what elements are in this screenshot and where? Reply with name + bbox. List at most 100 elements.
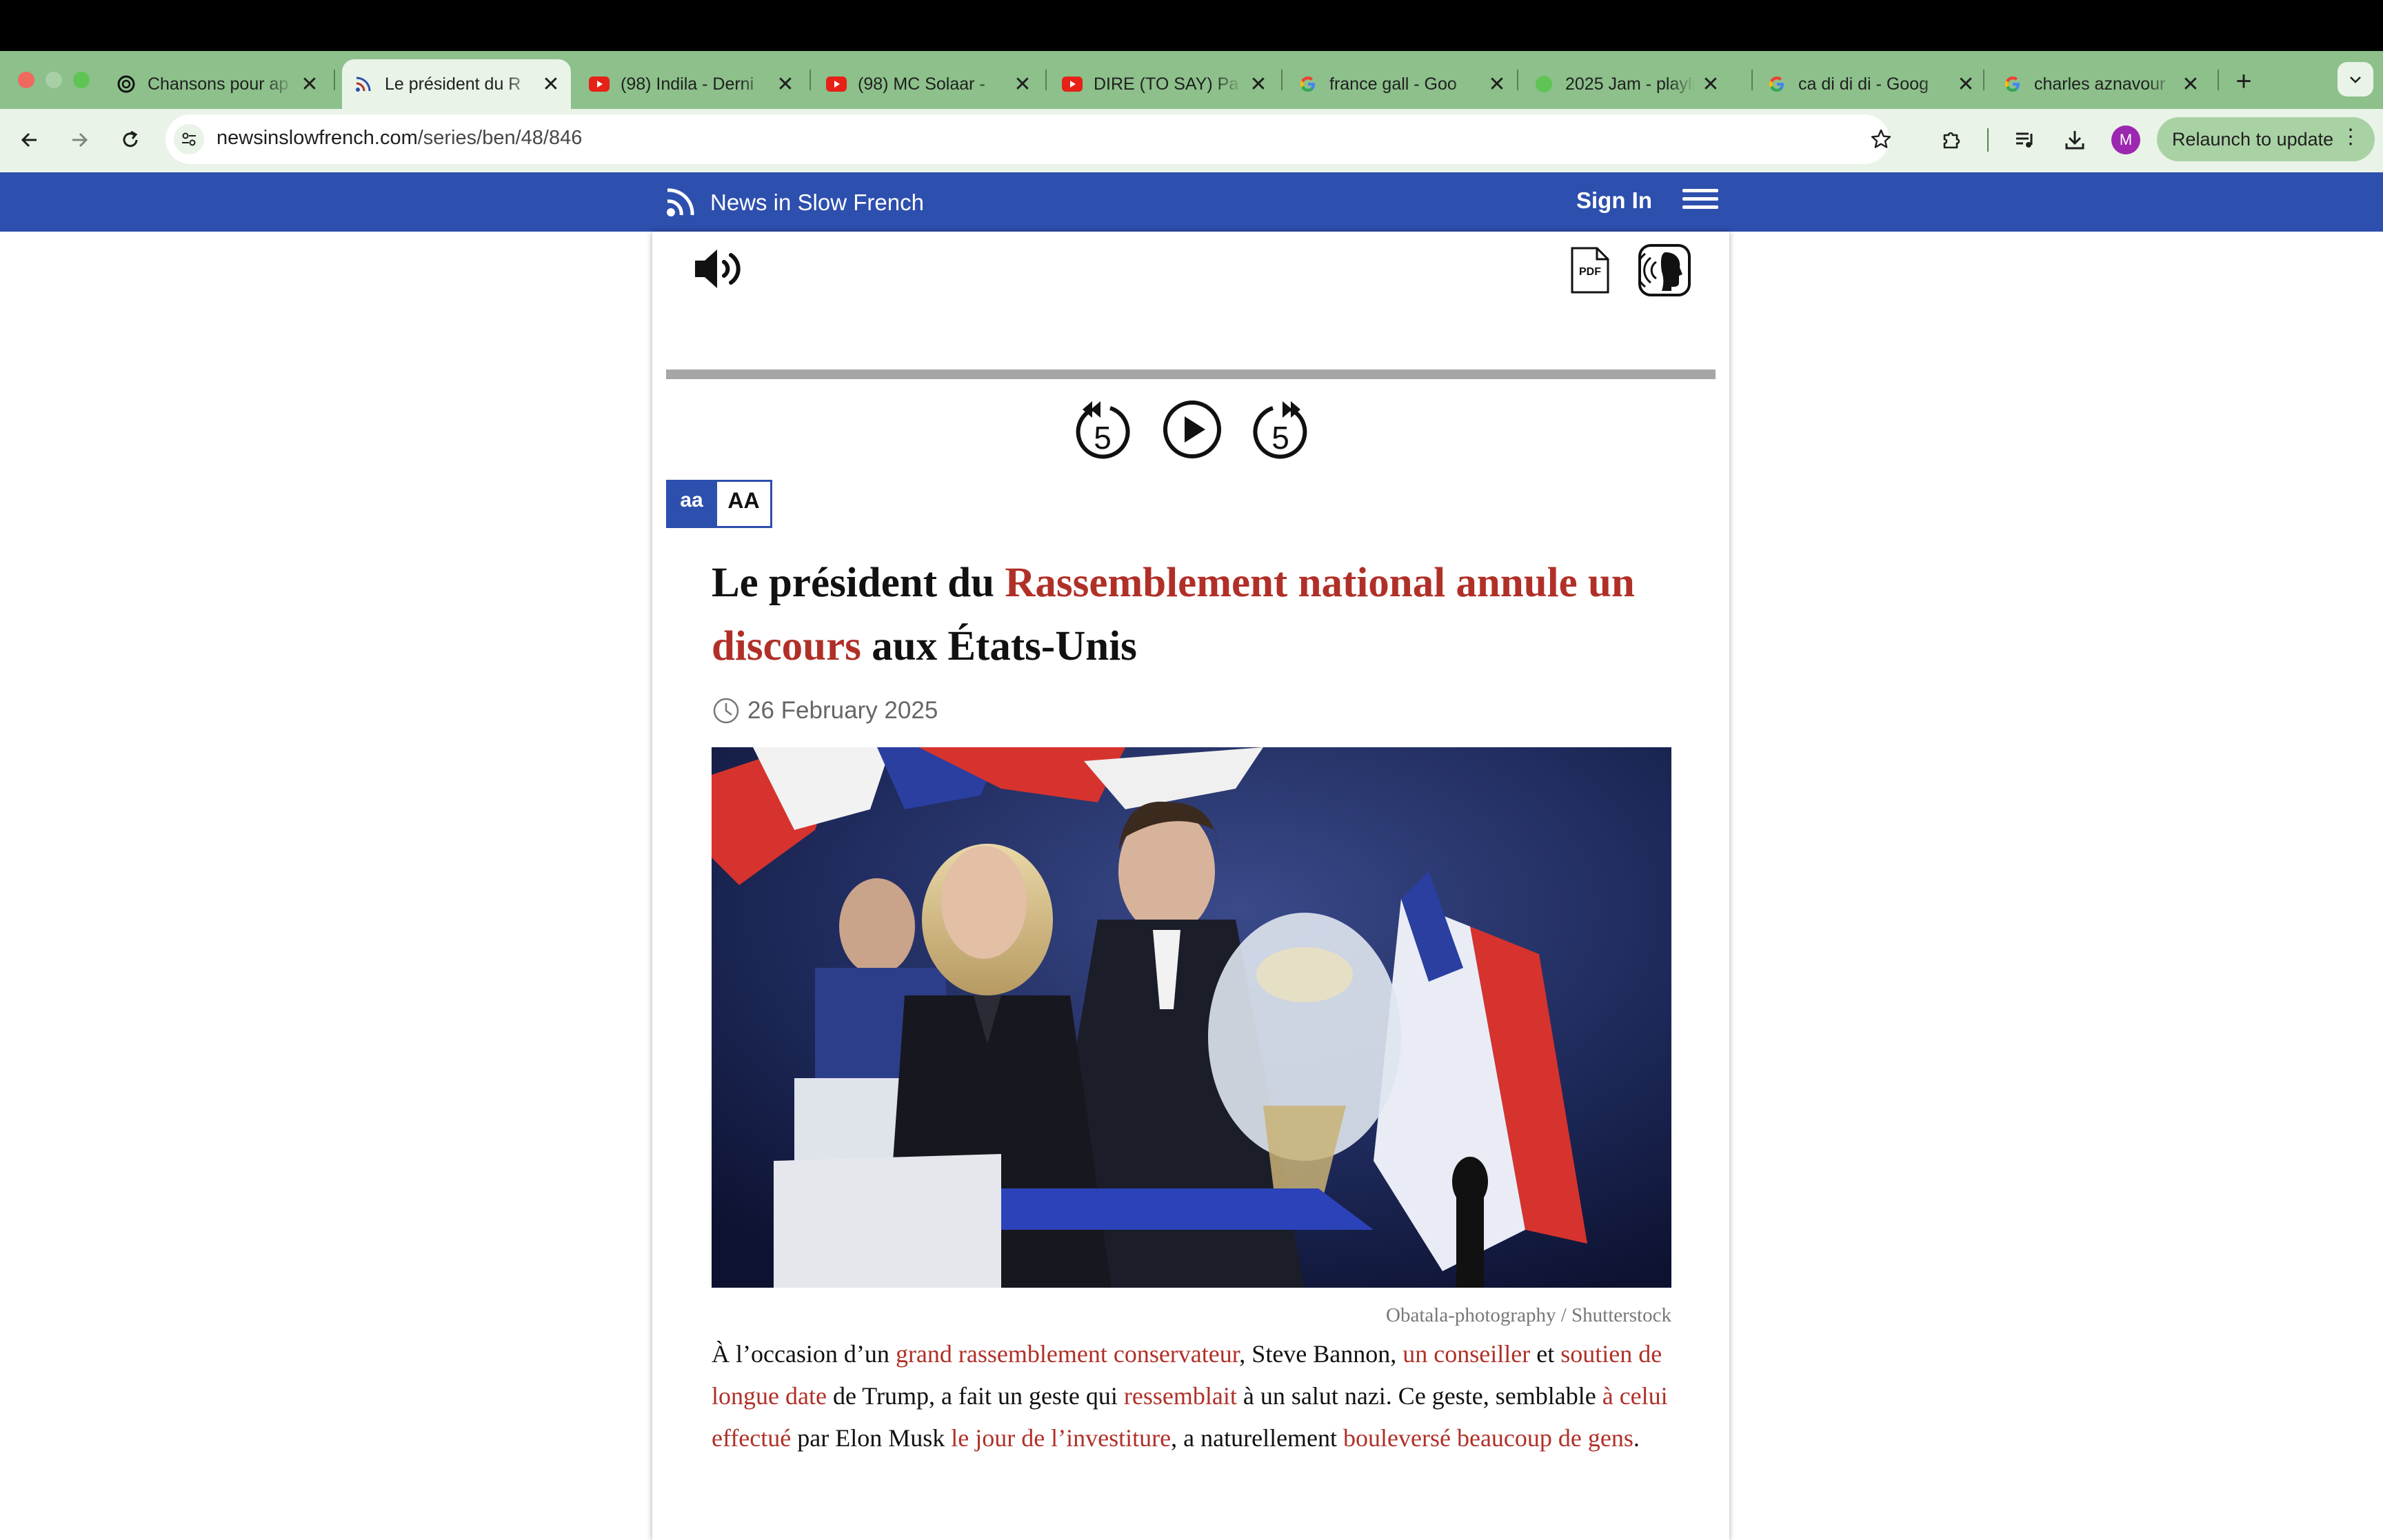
speech-recognition-button[interactable]: [1636, 244, 1691, 296]
close-icon[interactable]: ✕: [1700, 73, 1721, 96]
rewind-5-button[interactable]: 5: [1072, 398, 1134, 460]
profile-avatar[interactable]: M: [2111, 125, 2140, 154]
close-icon[interactable]: ✕: [775, 73, 796, 96]
close-icon[interactable]: ✕: [2180, 73, 2201, 96]
body-text: , Steve Bannon,: [1239, 1340, 1403, 1368]
font-size-toggle: aa AA: [666, 480, 772, 528]
tab-separator: [1983, 70, 1984, 90]
close-icon[interactable]: ✕: [541, 73, 561, 96]
puzzle-icon: [1943, 132, 1960, 149]
tab-title: Le président du R: [385, 74, 521, 94]
forward-seconds: 5: [1271, 420, 1289, 456]
tab-charles-aznavour[interactable]: charles aznavour ✕: [1991, 59, 2211, 109]
tab-2025-jam[interactable]: 2025 Jam - playli ✕: [1522, 59, 1731, 109]
article-photo-illustration: [712, 747, 1671, 1288]
body-text: À l’occasion d’un: [712, 1340, 896, 1368]
new-tab-button[interactable]: +: [2229, 66, 2259, 97]
close-icon[interactable]: ✕: [1487, 73, 1507, 96]
vocab-link[interactable]: le jour de l’investiture: [951, 1424, 1171, 1452]
vocab-link[interactable]: ressemblait: [1124, 1382, 1237, 1410]
article-headline: Le président du Rassemblement national a…: [712, 551, 1691, 678]
chatgpt-icon: [116, 74, 137, 94]
tab-separator: [810, 70, 811, 90]
speaking-head-icon: [1636, 252, 1682, 291]
tab-title: Chansons pour ap: [148, 74, 289, 94]
pdf-download-button[interactable]: PDF: [1569, 245, 1611, 295]
close-icon[interactable]: ✕: [1012, 73, 1033, 96]
article-photo: [712, 747, 1671, 1288]
relaunch-to-update-button[interactable]: Relaunch to update ⋮: [2157, 117, 2375, 161]
media-control-button[interactable]: [2008, 123, 2042, 157]
reload-icon: [123, 130, 138, 148]
tab-dire[interactable]: DIRE (TO SAY) Pa ✕: [1051, 59, 1278, 109]
back-arrow-icon: [21, 132, 37, 148]
tab-title: france gall - Goo: [1329, 74, 1457, 94]
site-logo-text[interactable]: News in Slow French: [710, 190, 924, 216]
close-icon[interactable]: ✕: [299, 73, 320, 96]
url-text[interactable]: newsinslowfrench.com/series/ben/48/846: [217, 127, 582, 150]
vocab-link[interactable]: un conseiller: [1402, 1340, 1530, 1368]
vocab-link[interactable]: grand rassemblement conservateur: [896, 1340, 1239, 1368]
site-logo-icon[interactable]: [665, 182, 699, 219]
date-text: 26 February 2025: [747, 697, 938, 724]
maximize-window-button[interactable]: [73, 72, 90, 88]
tab-separator: [1281, 70, 1283, 90]
body-text: par Elon Musk: [791, 1424, 952, 1452]
reload-button[interactable]: [113, 123, 148, 157]
tab-indila[interactable]: (98) Indila - Derni ✕: [578, 59, 805, 109]
google-icon: [1298, 74, 1318, 94]
back-button[interactable]: [12, 123, 47, 157]
pdf-label: PDF: [1579, 266, 1601, 278]
font-size-large-button[interactable]: AA: [717, 480, 772, 528]
font-size-small-button[interactable]: aa: [666, 480, 717, 528]
tab-title: charles aznavour: [2034, 74, 2166, 94]
photo-credit: Obatala-photography / Shutterstock: [1386, 1304, 1671, 1326]
download-icon: [2065, 131, 2084, 150]
menu-bar: [0, 0, 2383, 51]
sign-in-link[interactable]: Sign In: [1576, 188, 1652, 214]
star-icon: [1871, 129, 1891, 148]
close-icon[interactable]: ✕: [1955, 73, 1976, 96]
toolbar-separator: [1987, 128, 1989, 152]
relaunch-label: Relaunch to update: [2172, 128, 2334, 150]
close-window-button[interactable]: [18, 72, 34, 88]
chevron-down-icon: [2350, 77, 2361, 83]
body-text: à un salut nazi. Ce geste, semblable: [1236, 1382, 1602, 1410]
tab-ca-di-di-di[interactable]: ca di di di - Goog ✕: [1756, 59, 1986, 109]
tab-mc-solaar[interactable]: (98) MC Solaar - ✕: [815, 59, 1043, 109]
tab-france-gall[interactable]: france gall - Goo ✕: [1287, 59, 1517, 109]
tab-title: 2025 Jam - playli: [1565, 74, 1695, 94]
close-icon[interactable]: ✕: [1248, 73, 1269, 96]
play-button[interactable]: [1161, 398, 1223, 460]
forward-arrow-icon: [72, 132, 88, 148]
kebab-menu-icon[interactable]: ⋮: [2340, 127, 2361, 148]
tab-title: (98) Indila - Derni: [621, 74, 754, 94]
vocab-link[interactable]: bouleversé beaucoup de gens: [1343, 1424, 1633, 1452]
tab-separator: [334, 70, 335, 90]
tab-separator: [1517, 70, 1518, 90]
green-dot-icon: [1534, 74, 1554, 94]
youtube-icon: [826, 74, 847, 94]
tab-chansons[interactable]: Chansons pour ap ✕: [105, 59, 330, 109]
url-path: /series/ben/48/846: [417, 127, 583, 149]
article-body-paragraph: À l’occasion d’un grand rassemblement co…: [712, 1333, 1691, 1459]
minimize-window-button[interactable]: [46, 72, 62, 88]
forward-5-button[interactable]: 5: [1249, 398, 1311, 460]
body-text: , a naturellement: [1171, 1424, 1344, 1452]
queue-music-icon: [2016, 132, 2033, 148]
tab-search-button[interactable]: [2337, 62, 2373, 97]
downloads-button[interactable]: [2058, 123, 2092, 157]
tab-separator: [1751, 70, 1753, 90]
tune-icon: [182, 132, 196, 146]
tab-le-president[interactable]: Le président du R ✕: [342, 59, 571, 109]
body-text: de Trump, a fait un geste qui: [826, 1382, 1124, 1410]
forward-button[interactable]: [62, 123, 97, 157]
speaker-volume-icon[interactable]: [692, 245, 746, 292]
google-icon: [2002, 74, 2023, 94]
site-info-button[interactable]: [174, 124, 204, 154]
clock-icon: [713, 698, 739, 724]
extensions-button[interactable]: [1935, 123, 1969, 157]
audio-progress-bar[interactable]: [666, 369, 1716, 379]
hamburger-menu-icon[interactable]: [1682, 189, 1718, 212]
bookmark-button[interactable]: [1866, 124, 1896, 154]
